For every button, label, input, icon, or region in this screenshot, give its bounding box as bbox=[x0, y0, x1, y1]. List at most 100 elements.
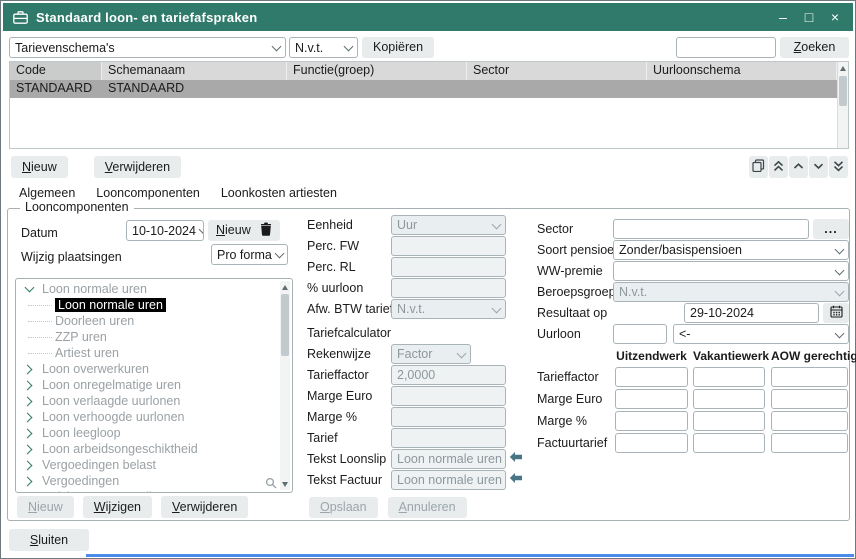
scroll-to-bottom-button[interactable] bbox=[829, 156, 848, 178]
groupbox-title: Looncomponenten bbox=[20, 200, 134, 214]
wijzig-plaatsingen-dropdown[interactable]: Pro forma bbox=[211, 244, 288, 265]
search-input[interactable] bbox=[676, 37, 776, 58]
component-form: Eenheid Uur Perc. FW Perc. RL % uurloon bbox=[307, 215, 506, 491]
tree-item[interactable]: Loon leegloop bbox=[16, 425, 292, 441]
tarieffactor-vakantiewerk-field[interactable] bbox=[693, 367, 765, 387]
tree-item[interactable]: Loon normale uren bbox=[16, 281, 292, 297]
copy-schema-button[interactable]: Kopiëren bbox=[362, 37, 434, 58]
tree-item[interactable]: Vergoedingen belast bbox=[16, 457, 292, 473]
tarief-field[interactable] bbox=[391, 428, 506, 448]
maximize-icon[interactable]: □ bbox=[799, 7, 819, 27]
scroll-up-icon[interactable] bbox=[282, 285, 288, 290]
annuleren-button[interactable]: Annuleren bbox=[388, 497, 467, 518]
verwijderen-schema-button[interactable]: Verwijderen bbox=[94, 156, 181, 178]
beroepsgroep-dropdown[interactable]: N.v.t. bbox=[613, 282, 849, 302]
chevron-down-icon bbox=[344, 42, 354, 52]
tree-leader-line bbox=[28, 305, 52, 306]
marge-euro-aow-field[interactable] bbox=[771, 389, 848, 409]
uurloon-field[interactable] bbox=[613, 324, 667, 344]
table-scrollbar[interactable] bbox=[837, 62, 848, 148]
tree-item[interactable]: Loon onregelmatige uren bbox=[16, 377, 292, 393]
marge-euro-vakantiewerk-field[interactable] bbox=[693, 389, 765, 409]
chevron-down-icon bbox=[835, 265, 845, 275]
magnifier-icon[interactable] bbox=[265, 477, 277, 489]
factuurtarief-aow-field[interactable] bbox=[771, 433, 848, 453]
sector-field[interactable] bbox=[613, 219, 809, 239]
afw-btw-dropdown[interactable]: N.v.t. bbox=[391, 299, 506, 319]
tree-scrollbar[interactable] bbox=[280, 281, 290, 490]
tarieffactor-uitzendwerk-field[interactable] bbox=[615, 367, 688, 387]
scroll-up-icon[interactable] bbox=[840, 66, 846, 71]
marge-euro-uitzendwerk-field[interactable] bbox=[615, 389, 688, 409]
chevron-down-icon bbox=[274, 249, 284, 259]
schema-dropdown[interactable]: Tarievenschema's bbox=[9, 37, 286, 58]
table-row-selected[interactable]: STANDAARD STANDAARD bbox=[10, 80, 837, 98]
tree-item[interactable]: ZZP uren bbox=[16, 329, 292, 345]
briefcase-icon bbox=[13, 11, 28, 24]
opslaan-button[interactable]: Opslaan bbox=[309, 497, 378, 518]
tree-item[interactable]: Loon verhoogde uurlonen bbox=[16, 409, 292, 425]
verwijderen-component-button[interactable]: Verwijderen bbox=[161, 496, 248, 518]
copy-record-button[interactable] bbox=[749, 156, 768, 178]
scroll-up-button[interactable] bbox=[789, 156, 808, 178]
ww-premie-dropdown[interactable] bbox=[613, 261, 849, 281]
scroll-down-icon[interactable] bbox=[282, 482, 288, 487]
nieuw-schema-button[interactable]: Nieuw bbox=[11, 156, 68, 178]
tekst-loonslip-field[interactable]: Loon normale uren bbox=[391, 449, 506, 469]
uurloon-richting-dropdown[interactable]: <- bbox=[673, 324, 849, 344]
scroll-down-button[interactable] bbox=[809, 156, 828, 178]
minimize-icon[interactable]: – bbox=[773, 7, 793, 27]
perc-fw-field[interactable] bbox=[391, 236, 506, 256]
resultaat-op-calendar-button[interactable] bbox=[823, 303, 849, 323]
tree-item-selected[interactable]: Loon normale uren bbox=[16, 297, 292, 313]
column-header-sector[interactable]: Sector bbox=[467, 62, 647, 80]
scroll-to-top-button[interactable] bbox=[769, 156, 788, 178]
tab-loonkosten-artiesten[interactable]: Loonkosten artiesten bbox=[221, 186, 337, 200]
tree-item[interactable]: Loon overwerkuren bbox=[16, 361, 292, 377]
perc-rl-field[interactable] bbox=[391, 257, 506, 277]
loonslip-overnemen-button[interactable] bbox=[509, 449, 525, 467]
marge-pct-field[interactable] bbox=[391, 407, 506, 427]
datum-delete-button[interactable] bbox=[252, 220, 280, 241]
marge-pct-uitzendwerk-field[interactable] bbox=[615, 411, 688, 431]
tab-algemeen[interactable]: Algemeen bbox=[19, 186, 75, 200]
marge-pct-vakantiewerk-field[interactable] bbox=[693, 411, 765, 431]
resultaat-op-field[interactable]: 29-10-2024 bbox=[684, 303, 819, 323]
close-icon[interactable]: × bbox=[825, 7, 845, 27]
soort-pensioen-dropdown[interactable]: Zonder/basispensioen bbox=[613, 240, 849, 260]
tree-item[interactable]: Loon arbeidsongeschiktheid bbox=[16, 441, 292, 457]
sector-browse-button[interactable]: ... bbox=[813, 219, 849, 239]
marge-euro-field[interactable] bbox=[391, 386, 506, 406]
rekenwijze-dropdown[interactable]: Factor bbox=[391, 344, 471, 364]
datum-dropdown[interactable]: 10-10-2024 bbox=[126, 220, 204, 241]
marge-pct-aow-field[interactable] bbox=[771, 411, 848, 431]
scrollbar-thumb[interactable] bbox=[839, 76, 847, 106]
column-header-code[interactable]: Code bbox=[10, 62, 102, 80]
column-header-uurloonschema[interactable]: Uurloonschema bbox=[647, 62, 837, 80]
perc-rl-label: Perc. RL bbox=[307, 260, 391, 274]
tree-item[interactable]: Artiest uren bbox=[16, 345, 292, 361]
factuurtarief-uitzendwerk-field[interactable] bbox=[615, 433, 688, 453]
tree-item[interactable]: Vergoedingen bbox=[16, 473, 292, 489]
column-header-functiegroep[interactable]: Functie(groep) bbox=[287, 62, 467, 80]
tekst-factuur-field[interactable]: Loon normale uren bbox=[391, 470, 506, 490]
eenheid-dropdown[interactable]: Uur bbox=[391, 215, 506, 235]
chevron-right-icon bbox=[23, 460, 33, 470]
tree-item[interactable]: Loon verlaagde uurlonen bbox=[16, 393, 292, 409]
tarieffactor-aow-field[interactable] bbox=[771, 367, 848, 387]
tarieffactor-field[interactable]: 2,0000 bbox=[391, 365, 506, 385]
column-header-schemanaam[interactable]: Schemanaam bbox=[102, 62, 287, 80]
factuurtarief-vakantiewerk-field[interactable] bbox=[693, 433, 765, 453]
pct-uurloon-field[interactable] bbox=[391, 278, 506, 298]
filter-dropdown[interactable]: N.v.t. bbox=[289, 37, 358, 58]
tree-item[interactable]: Doorleen uren bbox=[16, 313, 292, 329]
footer: Sluiten bbox=[9, 529, 89, 551]
factuur-overnemen-button[interactable] bbox=[509, 470, 525, 488]
nieuw-component-button[interactable]: Nieuw bbox=[17, 496, 74, 518]
sluiten-button[interactable]: Sluiten bbox=[9, 529, 89, 551]
search-button[interactable]: Zoeken bbox=[780, 37, 849, 58]
tab-looncomponenten[interactable]: Looncomponenten bbox=[96, 186, 200, 200]
wijzigen-component-button[interactable]: Wijzigen bbox=[83, 496, 152, 518]
scrollbar-thumb[interactable] bbox=[281, 294, 289, 356]
tree-item[interactable]: Reiskostenvergoedingen bbox=[16, 489, 292, 493]
